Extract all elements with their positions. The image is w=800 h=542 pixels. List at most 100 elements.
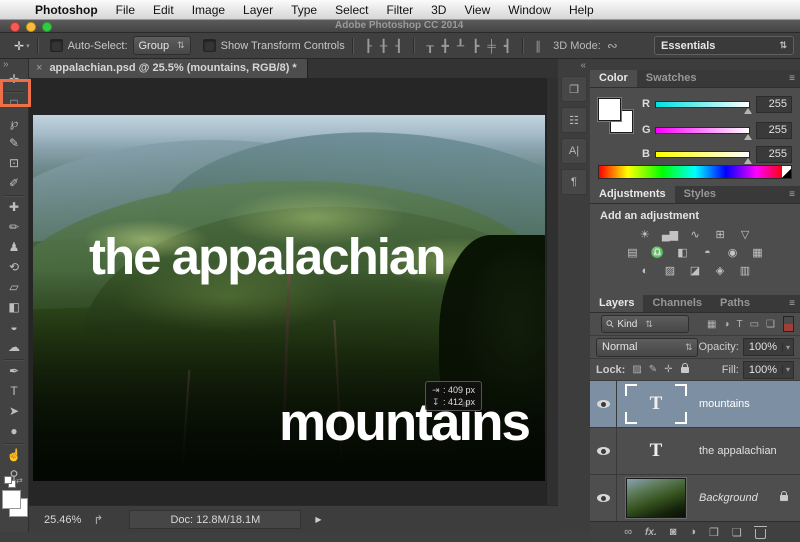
slider-thumb-icon[interactable] <box>744 157 752 164</box>
menu-edit[interactable]: Edit <box>144 3 183 17</box>
tab-adjustments[interactable]: Adjustments <box>590 186 675 203</box>
layer-filtering-toggle[interactable] <box>783 316 794 332</box>
paragraph-panel-button[interactable]: ¶ <box>561 169 587 195</box>
link-layers-icon[interactable]: ∞ <box>624 526 632 538</box>
close-window-button[interactable] <box>10 22 20 32</box>
dropdown-arrow-icon[interactable]: ▾ <box>781 342 790 352</box>
gradient-map-icon[interactable]: ▥ <box>737 264 753 278</box>
selective-color-icon[interactable]: ◈ <box>712 264 728 278</box>
dropdown-arrow-icon[interactable]: ▾ <box>781 365 790 374</box>
path-selection-tool[interactable]: ➤ <box>0 402 28 422</box>
align-bottom-edges-icon[interactable]: ┸ <box>453 40 468 52</box>
smudge-tool[interactable]: ◒ <box>0 318 28 338</box>
menu-image[interactable]: Image <box>183 3 234 17</box>
distribute-right-edges-icon[interactable]: ┫ <box>500 40 515 52</box>
lasso-tool[interactable]: ℘ <box>0 114 28 134</box>
threshold-icon[interactable]: ◪ <box>687 264 703 278</box>
healing-brush-tool[interactable]: ✚ <box>0 198 28 218</box>
color-balance-icon[interactable]: ♎ <box>650 246 666 260</box>
filter-smart-objects-icon[interactable]: ❏ <box>766 319 775 330</box>
history-panel-button[interactable]: ❐ <box>561 76 587 102</box>
invert-icon[interactable]: ◐ <box>637 264 653 278</box>
canvas-text-the-appalachian[interactable]: the appalachian <box>89 231 446 282</box>
menu-select[interactable]: Select <box>326 3 377 17</box>
blue-value-field[interactable]: 255 <box>756 145 792 163</box>
type-tool[interactable]: T <box>0 382 28 402</box>
menu-3d[interactable]: 3D <box>422 3 455 17</box>
zoom-level-field[interactable]: 25.46% <box>44 514 81 526</box>
canvas-text-mountains[interactable]: mountains <box>279 396 531 449</box>
color-lookup-icon[interactable]: ▦ <box>750 246 766 260</box>
distribute-spacing-icon[interactable]: ∥ <box>531 40 545 52</box>
lock-all-icon[interactable] <box>680 362 689 373</box>
lock-transparent-pixels-icon[interactable]: ▨ <box>632 364 641 375</box>
slider-thumb-icon[interactable] <box>744 107 752 114</box>
align-left-edges-icon[interactable]: ┠ <box>361 40 376 52</box>
zoom-window-button[interactable] <box>42 22 52 32</box>
menu-view[interactable]: View <box>455 3 499 17</box>
layer-name[interactable]: Background <box>695 492 780 504</box>
add-layer-mask-icon[interactable]: ◙ <box>670 526 677 538</box>
eraser-tool[interactable]: ▱ <box>0 278 28 298</box>
black-white-icon[interactable]: ◧ <box>675 246 691 260</box>
close-tab-icon[interactable]: × <box>36 62 42 74</box>
brightness-contrast-icon[interactable]: ☀ <box>637 228 653 242</box>
layer-row-mountains[interactable]: T mountains <box>590 381 800 428</box>
3d-orbit-icon[interactable]: ∾ <box>607 38 618 54</box>
distribute-left-edges-icon[interactable]: ┣ <box>468 40 483 52</box>
panel-menu-icon[interactable]: ≡ <box>789 298 795 309</box>
crop-tool[interactable]: ⊡ <box>0 154 28 174</box>
lock-position-icon[interactable]: ✛ <box>664 364 672 375</box>
expand-panels-icon[interactable]: « <box>558 58 590 71</box>
tab-styles[interactable]: Styles <box>675 186 725 203</box>
visibility-cell[interactable] <box>590 428 617 474</box>
layer-name[interactable]: the appalachian <box>695 445 800 457</box>
color-spectrum-ramp[interactable] <box>598 165 792 179</box>
workspace-dropdown[interactable]: Essentials ⇅ <box>654 36 794 55</box>
layer-filter-kind-dropdown[interactable]: ⚲ Kind ⇅ <box>601 315 689 333</box>
blue-slider[interactable] <box>655 150 752 164</box>
foreground-color-swatch[interactable] <box>2 490 21 509</box>
lock-image-pixels-icon[interactable]: ✎ <box>649 364 657 375</box>
align-top-edges-icon[interactable]: ┰ <box>422 40 437 52</box>
curves-icon[interactable]: ∿ <box>687 228 703 242</box>
hand-tool[interactable]: ☝ <box>0 446 28 466</box>
show-transform-checkbox[interactable] <box>202 39 216 52</box>
clone-stamp-tool[interactable]: ♟ <box>0 238 28 258</box>
fill-field[interactable]: 100% ▾ <box>742 360 794 379</box>
properties-panel-button[interactable]: ☷ <box>561 107 587 133</box>
opacity-field[interactable]: 100% ▾ <box>742 338 794 356</box>
tab-color[interactable]: Color <box>590 70 637 87</box>
new-adjustment-layer-icon[interactable]: ◑ <box>689 526 696 538</box>
eye-icon[interactable] <box>596 400 610 408</box>
filter-adjustment-layers-icon[interactable]: ◑ <box>723 319 729 330</box>
new-group-icon[interactable]: ❒ <box>709 526 719 539</box>
blur-tool[interactable]: ☁ <box>0 338 28 358</box>
swap-colors-icon[interactable]: ⇄ <box>16 476 23 485</box>
filter-shape-layers-icon[interactable]: ▭ <box>750 319 759 330</box>
foreground-color-swatch[interactable] <box>598 98 621 121</box>
red-value-field[interactable]: 255 <box>756 95 792 113</box>
text-layer-thumbnail-selected[interactable]: T <box>625 384 687 424</box>
eyedropper-tool[interactable]: ✐ <box>0 174 28 194</box>
panel-menu-icon[interactable]: ≡ <box>789 73 795 84</box>
align-right-edges-icon[interactable]: ┨ <box>391 40 406 52</box>
tab-channels[interactable]: Channels <box>643 295 711 312</box>
align-vertical-centers-icon[interactable]: ╋ <box>438 40 453 52</box>
menu-layer[interactable]: Layer <box>234 3 282 17</box>
new-layer-icon[interactable]: ❏ <box>732 526 742 539</box>
eye-icon[interactable] <box>596 447 610 455</box>
document-tab[interactable]: × appalachian.psd @ 25.5% (mountains, RG… <box>28 58 308 78</box>
filter-pixel-layers-icon[interactable]: ▦ <box>707 319 716 330</box>
layer-name[interactable]: mountains <box>695 398 800 410</box>
quick-selection-tool[interactable]: ✎ <box>0 134 28 154</box>
menu-file[interactable]: File <box>107 3 144 17</box>
distribute-horizontal-centers-icon[interactable]: ╪ <box>483 40 500 52</box>
channel-mixer-icon[interactable]: ◉ <box>725 246 741 260</box>
minimize-window-button[interactable] <box>26 22 36 32</box>
gradient-tool[interactable]: ◧ <box>0 298 28 318</box>
eye-icon[interactable] <box>596 494 610 502</box>
type-thumbnail-icon[interactable]: T <box>650 440 663 462</box>
photo-filter-icon[interactable]: ◓ <box>700 246 716 260</box>
vibrance-icon[interactable]: ▽ <box>737 228 753 242</box>
